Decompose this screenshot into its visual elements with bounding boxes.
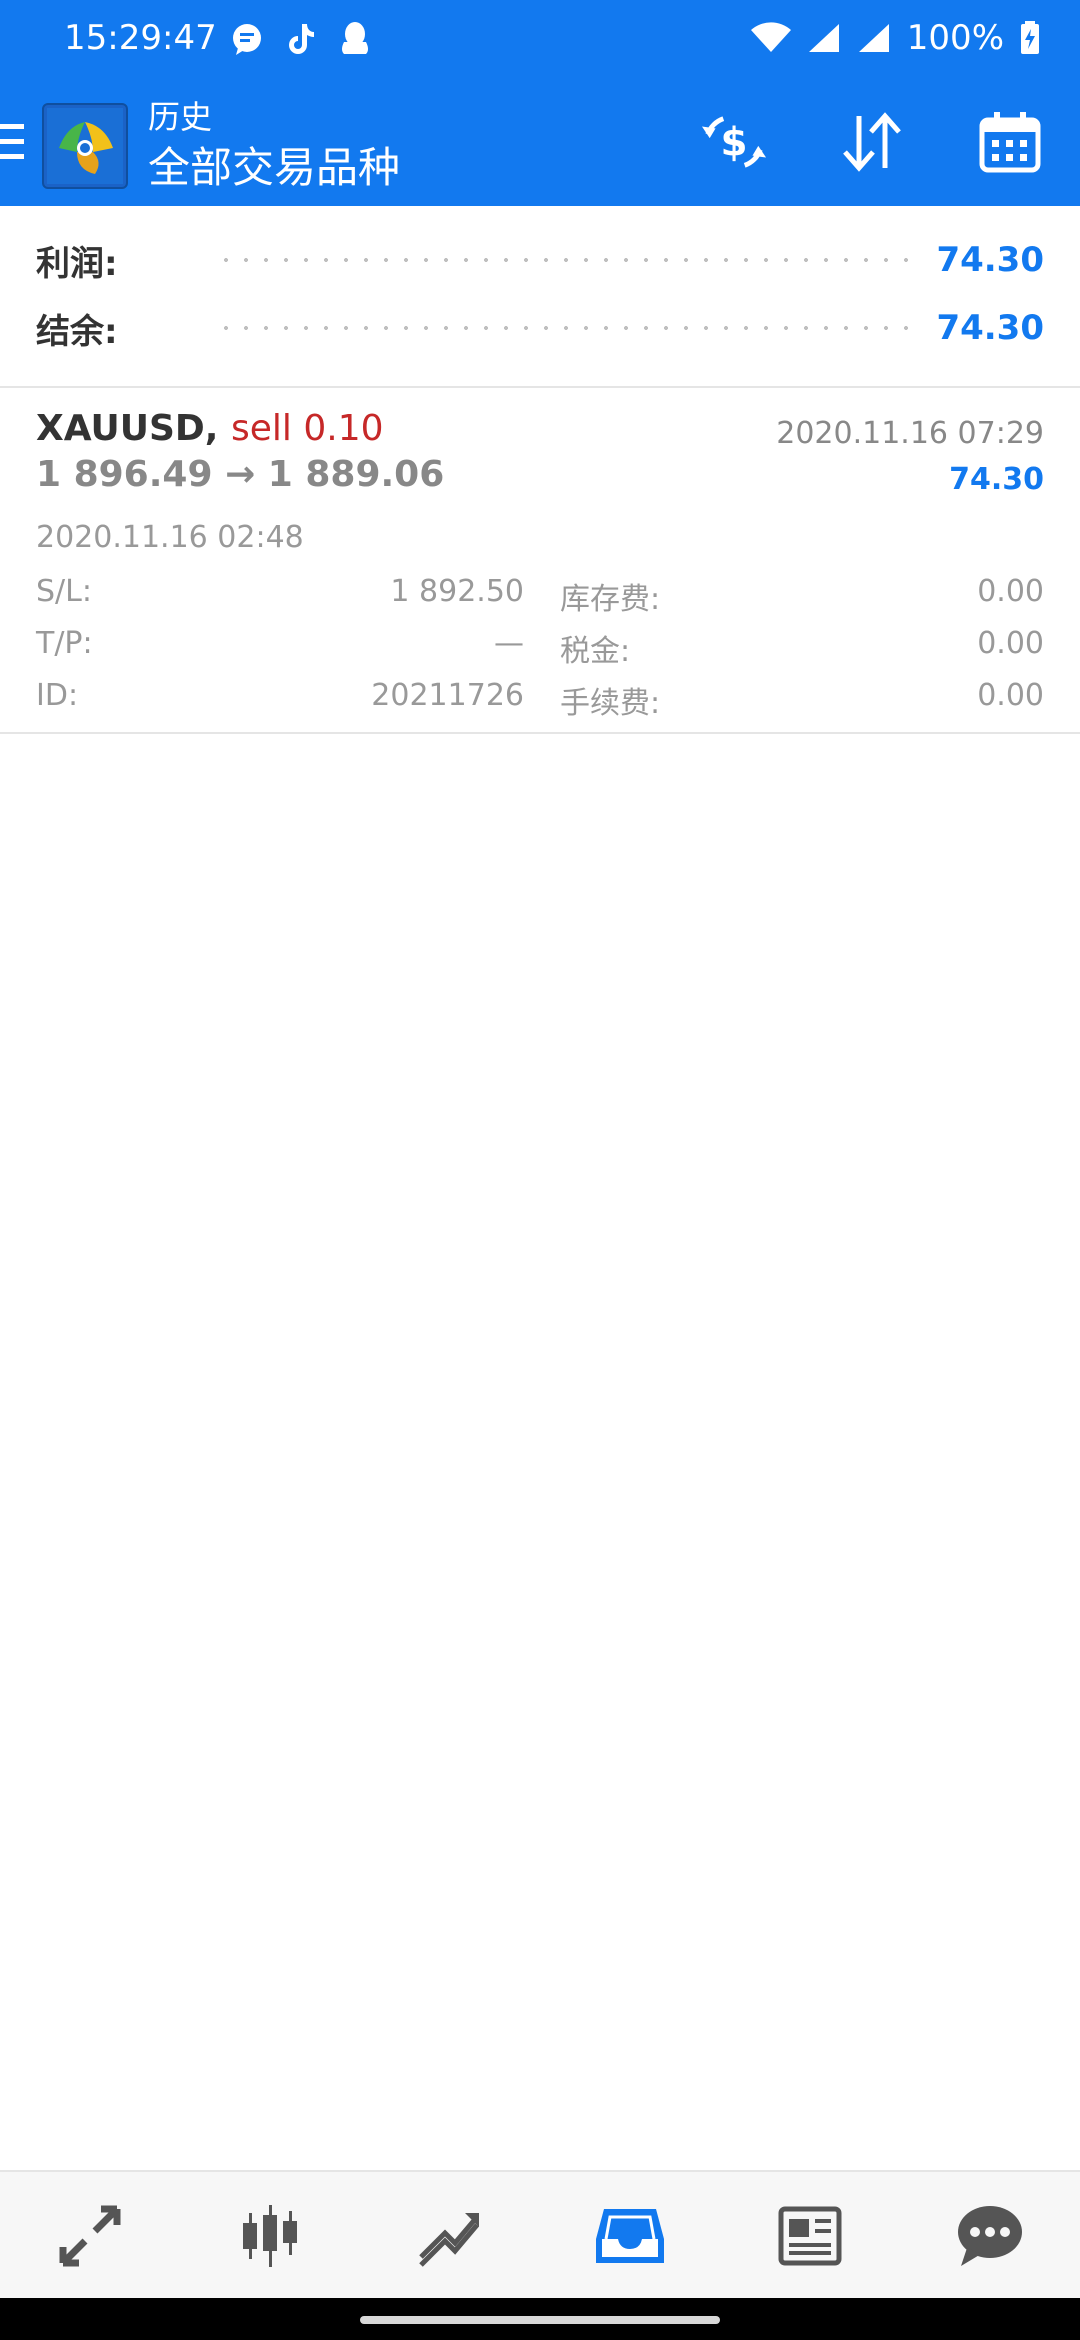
price-to: 1 889.06 bbox=[267, 454, 445, 495]
currency-exchange-icon[interactable]: $ bbox=[700, 108, 768, 176]
tp-label: T/P: bbox=[36, 626, 93, 661]
signal-icon bbox=[807, 22, 841, 54]
profit-row: 利润: 74.30 bbox=[36, 230, 1044, 290]
sl-value: 1 892.50 bbox=[390, 574, 524, 609]
id-value: 20211726 bbox=[371, 678, 524, 713]
detail-row-sl: S/L: 1 892.50 库存费: 0.00 bbox=[36, 574, 1044, 624]
trade-symbol: XAUUSD, bbox=[36, 408, 219, 449]
battery-text: 100% bbox=[906, 18, 1004, 58]
tax-label: 税金: bbox=[560, 634, 631, 669]
close-time: 2020.11.16 07:29 bbox=[776, 416, 1044, 451]
commission-label: 手续费: bbox=[560, 686, 661, 721]
arrow-right-icon: → bbox=[225, 454, 256, 495]
wifi-icon bbox=[750, 22, 791, 54]
balance-label: 结余: bbox=[36, 311, 118, 352]
balance-row: 结余: 74.30 bbox=[36, 298, 1044, 358]
dotted-leader bbox=[216, 326, 917, 330]
dotted-leader bbox=[216, 258, 917, 262]
open-time: 2020.11.16 02:48 bbox=[36, 520, 304, 555]
qq-icon bbox=[338, 20, 372, 58]
sort-icon[interactable] bbox=[838, 108, 906, 176]
quotes-icon[interactable] bbox=[40, 2186, 140, 2286]
chart-icon[interactable] bbox=[220, 2186, 320, 2286]
gesture-bar bbox=[0, 2298, 1080, 2340]
signal-icon bbox=[857, 22, 891, 54]
tp-value: — bbox=[494, 626, 524, 661]
menu-icon[interactable] bbox=[0, 122, 28, 162]
svg-text:$: $ bbox=[720, 121, 747, 166]
profit-value: 74.30 bbox=[936, 240, 1044, 280]
app-logo bbox=[42, 103, 128, 189]
trade-side: sell 0.10 bbox=[231, 408, 384, 449]
app-bar: 历史 全部交易品种 $ bbox=[0, 78, 1080, 206]
status-time: 15:29:47 bbox=[64, 18, 217, 58]
id-label: ID: bbox=[36, 678, 79, 713]
sl-label: S/L: bbox=[36, 574, 92, 609]
trade-price-line: 1 896.49 → 1 889.06 bbox=[36, 454, 444, 495]
battery-charging-icon bbox=[1020, 21, 1040, 55]
history-icon[interactable] bbox=[580, 2186, 680, 2286]
detail-row-id: ID: 20211726 手续费: 0.00 bbox=[36, 678, 1044, 728]
status-bar: 15:29:47 100% bbox=[0, 0, 1080, 78]
message-bubble-icon bbox=[230, 22, 264, 56]
home-gesture-handle[interactable] bbox=[360, 2316, 720, 2324]
commission-value: 0.00 bbox=[977, 678, 1044, 713]
detail-row-tp: T/P: — 税金: 0.00 bbox=[36, 626, 1044, 676]
news-icon[interactable] bbox=[760, 2186, 860, 2286]
tax-value: 0.00 bbox=[977, 626, 1044, 661]
calendar-icon[interactable] bbox=[976, 108, 1044, 176]
summary-panel: 利润: 74.30 结余: 74.30 bbox=[0, 206, 1080, 388]
trade-symbol-line: XAUUSD, sell 0.10 bbox=[36, 408, 384, 449]
trade-history-item[interactable]: XAUUSD, sell 0.10 1 896.49 → 1 889.06 20… bbox=[0, 386, 1080, 734]
trade-icon[interactable] bbox=[400, 2186, 500, 2286]
trade-profit: 74.30 bbox=[949, 462, 1044, 497]
price-from: 1 896.49 bbox=[36, 454, 213, 495]
header-subtitle: 历史 bbox=[148, 98, 213, 136]
chat-icon[interactable] bbox=[940, 2186, 1040, 2286]
profit-label: 利润: bbox=[36, 243, 118, 284]
swap-label: 库存费: bbox=[560, 582, 661, 617]
swap-value: 0.00 bbox=[977, 574, 1044, 609]
tiktok-icon bbox=[286, 22, 316, 56]
bottom-navigation bbox=[0, 2170, 1080, 2300]
balance-value: 74.30 bbox=[936, 308, 1044, 348]
header-title[interactable]: 全部交易品种 bbox=[148, 134, 400, 195]
